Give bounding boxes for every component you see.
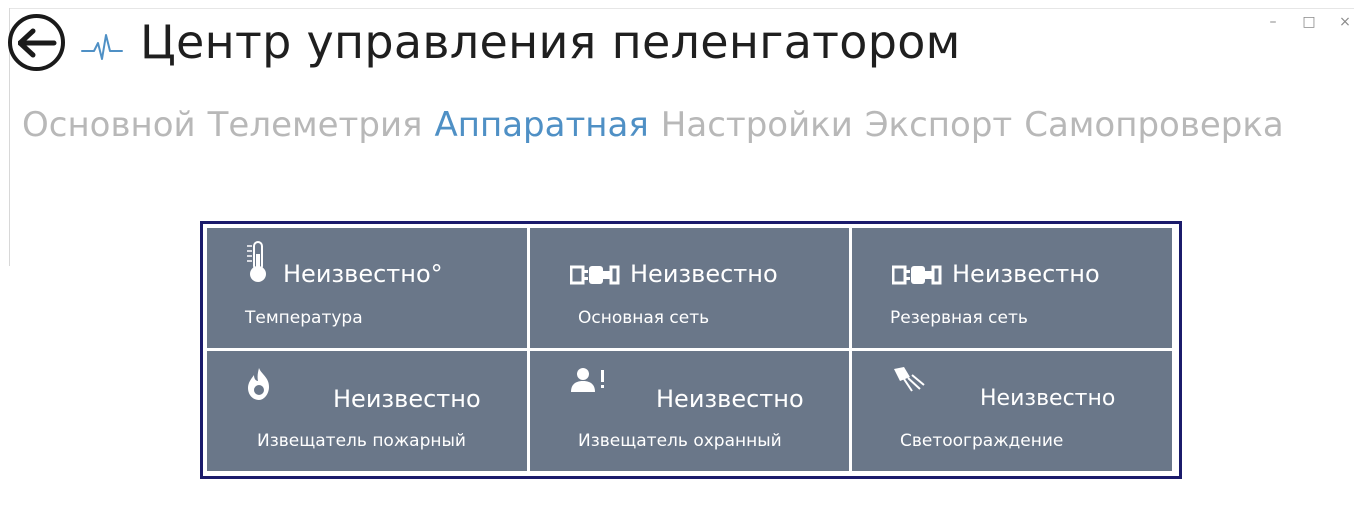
tile-security-detector: Неизвестно Извещатель охранный xyxy=(530,351,849,471)
thermometer-icon xyxy=(247,241,266,282)
main-power-label: Основная сеть xyxy=(578,308,710,328)
status-grid: Неизвестно° Температура Неизвестно Основ… xyxy=(207,228,1175,472)
tile-main-power: Неизвестно Основная сеть xyxy=(530,228,849,348)
power-plug-icon xyxy=(570,265,620,285)
app-window: Центр управления пеленгатором – □ × Осно… xyxy=(0,0,1360,517)
window-top-border xyxy=(9,8,1354,9)
arrow-left-icon xyxy=(18,28,57,58)
back-button[interactable] xyxy=(8,14,65,71)
minimize-button[interactable]: – xyxy=(1266,14,1280,30)
tab-bar: Основной Телеметрия Аппаратная Настройки… xyxy=(22,100,1284,150)
close-button[interactable]: × xyxy=(1338,14,1352,30)
light-beam-icon xyxy=(894,367,925,392)
heartbeat-icon xyxy=(81,34,123,60)
security-detector-value: Неизвестно xyxy=(656,385,804,413)
main-power-value: Неизвестно xyxy=(630,260,778,288)
fire-detector-label: Извещатель пожарный xyxy=(257,431,466,451)
flame-icon xyxy=(248,368,269,400)
tab-settings[interactable]: Настройки xyxy=(661,100,853,150)
temperature-label: Температура xyxy=(245,308,363,328)
app-title: Центр управления пеленгатором xyxy=(140,15,961,69)
security-detector-label: Извещатель охранный xyxy=(578,431,782,451)
tab-self-test[interactable]: Самопроверка xyxy=(1024,100,1284,150)
tab-export[interactable]: Экспорт xyxy=(865,100,1012,150)
obstruction-lights-label: Светоограждение xyxy=(900,431,1064,451)
backup-power-label: Резервная сеть xyxy=(890,308,1028,328)
maximize-button[interactable]: □ xyxy=(1302,14,1316,30)
obstruction-lights-value: Неизвестно xyxy=(980,386,1116,411)
power-plug-icon xyxy=(892,265,942,285)
temperature-value: Неизвестно° xyxy=(283,260,443,288)
tab-hardware[interactable]: Аппаратная xyxy=(435,100,649,150)
tile-fire-detector: Неизвестно Извещатель пожарный xyxy=(207,351,527,471)
backup-power-value: Неизвестно xyxy=(952,260,1100,288)
person-alert-icon xyxy=(571,368,604,392)
hardware-status-panel: Неизвестно° Температура Неизвестно Основ… xyxy=(200,221,1182,479)
tile-temperature: Неизвестно° Температура xyxy=(207,228,527,348)
tile-backup-power: Неизвестно Резервная сеть xyxy=(852,228,1172,348)
fire-detector-value: Неизвестно xyxy=(333,385,481,413)
tile-obstruction-lights: Неизвестно Светоограждение xyxy=(852,351,1172,471)
tab-main[interactable]: Основной xyxy=(22,100,196,150)
tab-telemetry[interactable]: Телеметрия xyxy=(208,100,423,150)
window-controls: – □ × xyxy=(1266,14,1352,30)
